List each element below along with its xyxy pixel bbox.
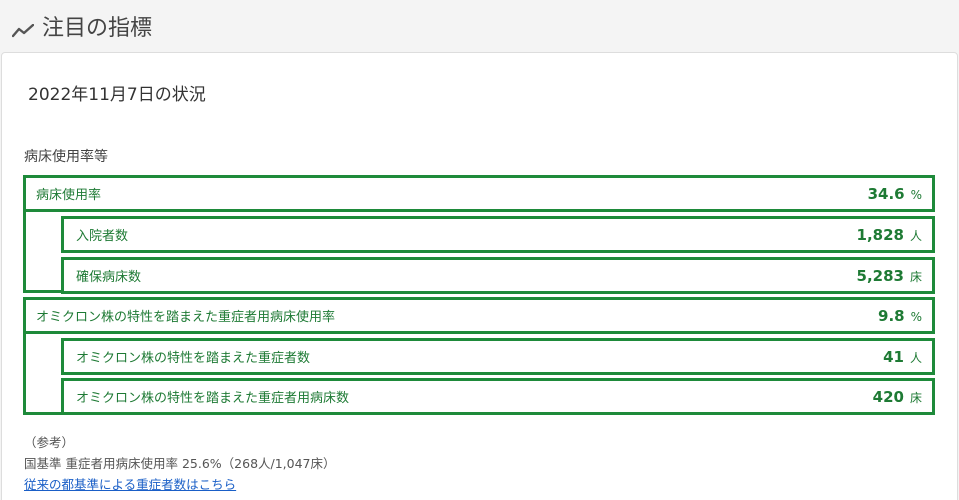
section-title: 注目の指標 <box>42 16 153 41</box>
metric-severe-patients: オミクロン株の特性を踏まえた重症者数 41 人 <box>61 338 935 375</box>
bracket-connector <box>23 331 63 415</box>
metric-label: オミクロン株の特性を踏まえた重症者用病床使用率 <box>36 310 336 325</box>
reference-note: 国基準 重症者用病床使用率 25.6%（268人/1,047床） <box>24 456 336 471</box>
severe-patients-link[interactable]: 従来の都基準による重症者数はこちら <box>24 477 236 492</box>
metric-label: 病床使用率 <box>36 188 102 203</box>
metric-number: 420 <box>872 387 904 406</box>
metric-label: 確保病床数 <box>76 270 142 285</box>
section-header: 注目の指標 <box>11 10 153 42</box>
metric-severe-beds: オミクロン株の特性を踏まえた重症者用病床数 420 床 <box>61 378 935 415</box>
metric-number: 5,283 <box>856 266 904 285</box>
trend-line-icon <box>11 19 35 38</box>
metric-value: 9.8 % <box>878 307 932 325</box>
metric-label: オミクロン株の特性を踏まえた重症者数 <box>76 351 311 366</box>
metric-value: 5,283 床 <box>857 267 932 285</box>
reference-heading: （参考） <box>24 435 75 450</box>
status-date: 2022年11月7日の状況 <box>28 85 206 105</box>
metric-secured-beds: 確保病床数 5,283 床 <box>61 257 935 294</box>
metric-unit: 床 <box>909 390 922 405</box>
metric-number: 41 <box>883 347 904 366</box>
metric-inpatients: 入院者数 1,828 人 <box>61 216 935 253</box>
metric-value: 420 床 <box>873 388 932 406</box>
metric-severe-bed-usage-rate: オミクロン株の特性を踏まえた重症者用病床使用率 9.8 % <box>23 297 935 334</box>
metric-unit: 人 <box>909 350 922 365</box>
metric-unit: 床 <box>909 269 922 284</box>
metric-unit: % <box>910 309 922 324</box>
group-heading: 病床使用率等 <box>24 149 108 165</box>
reference-section: （参考） 国基準 重症者用病床使用率 25.6%（268人/1,047床） 従来… <box>24 432 336 495</box>
metric-number: 9.8 <box>878 306 905 325</box>
metric-value: 1,828 人 <box>857 226 932 244</box>
bracket-connector <box>23 210 63 293</box>
metric-label: 入院者数 <box>76 229 129 244</box>
metric-number: 1,828 <box>856 225 904 244</box>
metric-label: オミクロン株の特性を踏まえた重症者用病床数 <box>76 391 350 406</box>
metric-bed-usage-rate: 病床使用率 34.6 % <box>23 175 935 212</box>
metric-value: 41 人 <box>883 348 932 366</box>
metric-unit: % <box>910 187 922 202</box>
metric-unit: 人 <box>909 228 922 243</box>
metric-number: 34.6 <box>867 184 905 203</box>
metric-value: 34.6 % <box>868 185 932 203</box>
